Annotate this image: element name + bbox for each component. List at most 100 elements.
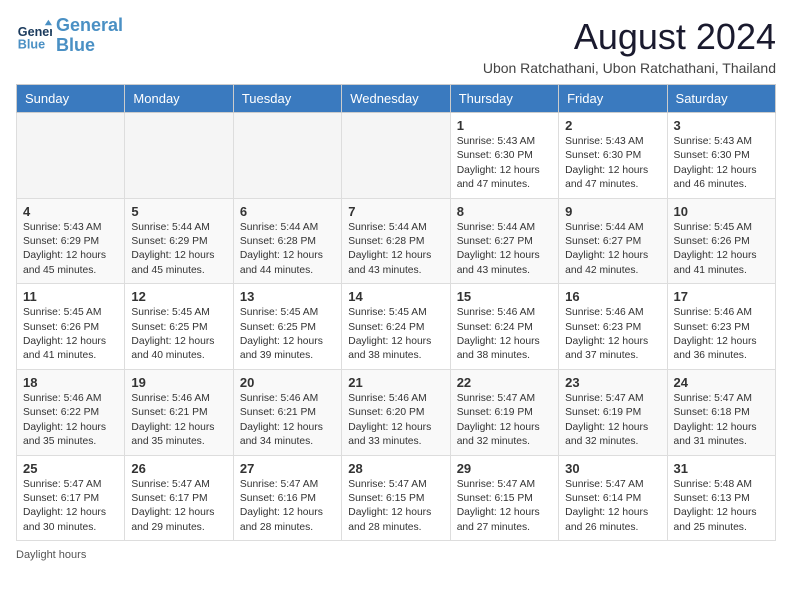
footer-text: Daylight hours <box>16 549 86 561</box>
day-number: 8 <box>457 204 552 219</box>
calendar-table: SundayMondayTuesdayWednesdayThursdayFrid… <box>16 84 776 541</box>
day-number: 15 <box>457 289 552 304</box>
calendar-cell: 18 Sunrise: 5:46 AM Sunset: 6:22 PM Dayli… <box>17 369 125 455</box>
day-info: Sunrise: 5:46 AM Sunset: 6:23 PM Dayligh… <box>674 306 769 364</box>
day-number: 27 <box>240 461 335 476</box>
week-row-1: 1 Sunrise: 5:43 AM Sunset: 6:30 PM Daylig… <box>17 113 776 199</box>
calendar-cell <box>233 113 341 199</box>
day-number: 26 <box>131 461 226 476</box>
day-number: 2 <box>565 118 660 133</box>
calendar-cell: 26 Sunrise: 5:47 AM Sunset: 6:17 PM Dayli… <box>125 455 233 541</box>
page-header: General Blue GeneralBlue August 2024 Ubo… <box>16 16 776 76</box>
day-info: Sunrise: 5:45 AM Sunset: 6:25 PM Dayligh… <box>240 306 335 364</box>
day-number: 7 <box>348 204 443 219</box>
calendar-cell: 15 Sunrise: 5:46 AM Sunset: 6:24 PM Dayli… <box>450 284 558 370</box>
day-info: Sunrise: 5:45 AM Sunset: 6:24 PM Dayligh… <box>348 306 443 364</box>
calendar-cell: 27 Sunrise: 5:47 AM Sunset: 6:16 PM Dayli… <box>233 455 341 541</box>
calendar-cell: 7 Sunrise: 5:44 AM Sunset: 6:28 PM Daylig… <box>342 198 450 284</box>
calendar-cell: 31Sunrise: 5:48 AM Sunset: 6:13 PM Dayli… <box>667 455 775 541</box>
calendar-cell: 4 Sunrise: 5:43 AM Sunset: 6:29 PM Daylig… <box>17 198 125 284</box>
day-info: Sunrise: 5:44 AM Sunset: 6:27 PM Dayligh… <box>457 221 552 279</box>
day-info: Sunrise: 5:47 AM Sunset: 6:17 PM Dayligh… <box>131 478 226 536</box>
col-header-thursday: Thursday <box>450 85 558 113</box>
svg-text:Blue: Blue <box>18 37 45 51</box>
day-number: 10 <box>674 204 769 219</box>
day-number: 5 <box>131 204 226 219</box>
col-header-friday: Friday <box>559 85 667 113</box>
col-header-saturday: Saturday <box>667 85 775 113</box>
day-info: Sunrise: 5:43 AM Sunset: 6:30 PM Dayligh… <box>674 135 769 193</box>
day-number: 18 <box>23 375 118 390</box>
day-number: 30 <box>565 461 660 476</box>
day-number: 1 <box>457 118 552 133</box>
day-info: Sunrise: 5:47 AM Sunset: 6:14 PM Dayligh… <box>565 478 660 536</box>
calendar-cell: 2 Sunrise: 5:43 AM Sunset: 6:30 PM Daylig… <box>559 113 667 199</box>
day-number: 4 <box>23 204 118 219</box>
col-header-wednesday: Wednesday <box>342 85 450 113</box>
calendar-cell: 12 Sunrise: 5:45 AM Sunset: 6:25 PM Dayli… <box>125 284 233 370</box>
day-info: Sunrise: 5:44 AM Sunset: 6:27 PM Dayligh… <box>565 221 660 279</box>
day-info: Sunrise: 5:47 AM Sunset: 6:19 PM Dayligh… <box>457 392 552 450</box>
col-header-monday: Monday <box>125 85 233 113</box>
location-title: Ubon Ratchathani, Ubon Ratchathani, Thai… <box>483 60 776 76</box>
header-row: SundayMondayTuesdayWednesdayThursdayFrid… <box>17 85 776 113</box>
day-info: Sunrise: 5:43 AM Sunset: 6:30 PM Dayligh… <box>565 135 660 193</box>
day-number: 23 <box>565 375 660 390</box>
day-number: 17 <box>674 289 769 304</box>
day-info: Sunrise: 5:46 AM Sunset: 6:20 PM Dayligh… <box>348 392 443 450</box>
day-info: Sunrise: 5:43 AM Sunset: 6:30 PM Dayligh… <box>457 135 552 193</box>
day-number: 20 <box>240 375 335 390</box>
calendar-cell: 5 Sunrise: 5:44 AM Sunset: 6:29 PM Daylig… <box>125 198 233 284</box>
week-row-3: 11 Sunrise: 5:45 AM Sunset: 6:26 PM Dayli… <box>17 284 776 370</box>
day-number: 3 <box>674 118 769 133</box>
day-info: Sunrise: 5:47 AM Sunset: 6:15 PM Dayligh… <box>348 478 443 536</box>
day-info: Sunrise: 5:45 AM Sunset: 6:26 PM Dayligh… <box>674 221 769 279</box>
calendar-cell: 22 Sunrise: 5:47 AM Sunset: 6:19 PM Dayli… <box>450 369 558 455</box>
calendar-cell: 24Sunrise: 5:47 AM Sunset: 6:18 PM Dayli… <box>667 369 775 455</box>
calendar-cell: 23 Sunrise: 5:47 AM Sunset: 6:19 PM Dayli… <box>559 369 667 455</box>
day-number: 24 <box>674 375 769 390</box>
day-info: Sunrise: 5:47 AM Sunset: 6:17 PM Dayligh… <box>23 478 118 536</box>
calendar-cell: 21Sunrise: 5:46 AM Sunset: 6:20 PM Dayli… <box>342 369 450 455</box>
logo-text: GeneralBlue <box>56 16 123 56</box>
calendar-cell: 20Sunrise: 5:46 AM Sunset: 6:21 PM Dayli… <box>233 369 341 455</box>
day-number: 14 <box>348 289 443 304</box>
day-number: 22 <box>457 375 552 390</box>
week-row-5: 25 Sunrise: 5:47 AM Sunset: 6:17 PM Dayli… <box>17 455 776 541</box>
week-row-4: 18 Sunrise: 5:46 AM Sunset: 6:22 PM Dayli… <box>17 369 776 455</box>
calendar-cell <box>342 113 450 199</box>
day-info: Sunrise: 5:47 AM Sunset: 6:16 PM Dayligh… <box>240 478 335 536</box>
day-info: Sunrise: 5:44 AM Sunset: 6:29 PM Dayligh… <box>131 221 226 279</box>
calendar-cell: 19Sunrise: 5:46 AM Sunset: 6:21 PM Dayli… <box>125 369 233 455</box>
day-info: Sunrise: 5:44 AM Sunset: 6:28 PM Dayligh… <box>240 221 335 279</box>
day-info: Sunrise: 5:46 AM Sunset: 6:22 PM Dayligh… <box>23 392 118 450</box>
calendar-cell: 17 Sunrise: 5:46 AM Sunset: 6:23 PM Dayli… <box>667 284 775 370</box>
footer: Daylight hours <box>16 549 776 561</box>
calendar-cell: 8 Sunrise: 5:44 AM Sunset: 6:27 PM Daylig… <box>450 198 558 284</box>
calendar-cell: 3 Sunrise: 5:43 AM Sunset: 6:30 PM Daylig… <box>667 113 775 199</box>
day-number: 16 <box>565 289 660 304</box>
day-number: 13 <box>240 289 335 304</box>
day-info: Sunrise: 5:44 AM Sunset: 6:28 PM Dayligh… <box>348 221 443 279</box>
calendar-cell <box>125 113 233 199</box>
day-number: 9 <box>565 204 660 219</box>
day-info: Sunrise: 5:46 AM Sunset: 6:21 PM Dayligh… <box>131 392 226 450</box>
col-header-sunday: Sunday <box>17 85 125 113</box>
day-info: Sunrise: 5:46 AM Sunset: 6:24 PM Dayligh… <box>457 306 552 364</box>
calendar-cell: 14 Sunrise: 5:45 AM Sunset: 6:24 PM Dayli… <box>342 284 450 370</box>
day-info: Sunrise: 5:47 AM Sunset: 6:19 PM Dayligh… <box>565 392 660 450</box>
day-number: 6 <box>240 204 335 219</box>
calendar-cell: 6 Sunrise: 5:44 AM Sunset: 6:28 PM Daylig… <box>233 198 341 284</box>
month-title: August 2024 <box>483 16 776 58</box>
calendar-cell: 10 Sunrise: 5:45 AM Sunset: 6:26 PM Dayli… <box>667 198 775 284</box>
day-number: 25 <box>23 461 118 476</box>
logo: General Blue GeneralBlue <box>16 16 123 56</box>
logo-icon: General Blue <box>16 18 52 54</box>
day-number: 12 <box>131 289 226 304</box>
week-row-2: 4 Sunrise: 5:43 AM Sunset: 6:29 PM Daylig… <box>17 198 776 284</box>
day-info: Sunrise: 5:45 AM Sunset: 6:26 PM Dayligh… <box>23 306 118 364</box>
day-info: Sunrise: 5:43 AM Sunset: 6:29 PM Dayligh… <box>23 221 118 279</box>
day-number: 11 <box>23 289 118 304</box>
day-info: Sunrise: 5:48 AM Sunset: 6:13 PM Dayligh… <box>674 478 769 536</box>
day-info: Sunrise: 5:45 AM Sunset: 6:25 PM Dayligh… <box>131 306 226 364</box>
